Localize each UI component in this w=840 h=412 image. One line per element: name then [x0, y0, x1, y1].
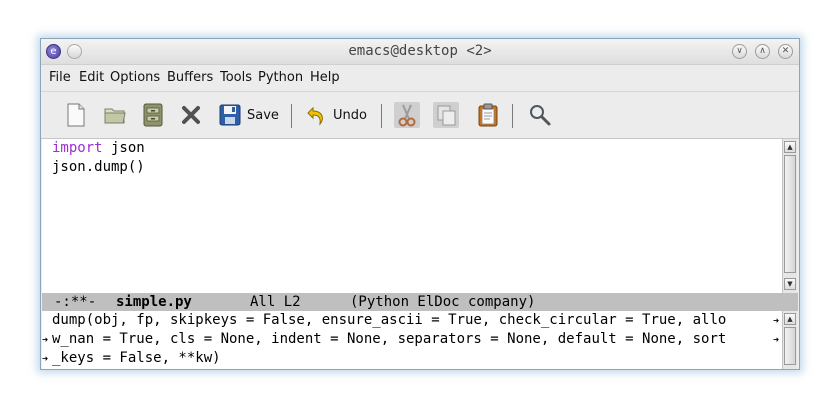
save-icon — [219, 104, 241, 126]
search-icon — [530, 105, 551, 126]
open-directory-button[interactable] — [142, 102, 164, 128]
scroll-down-arrow[interactable]: ▼ — [784, 278, 796, 290]
open-folder-icon — [104, 108, 126, 124]
wrap-indicator-icon: ➜ — [773, 316, 780, 327]
editor-buffer[interactable]: import json json.dump() — [42, 139, 782, 293]
new-file-icon — [67, 103, 85, 127]
scroll-up-arrow[interactable]: ▲ — [784, 313, 796, 325]
undo-button[interactable]: Undo — [307, 102, 367, 128]
save-button[interactable]: Save — [219, 102, 279, 128]
mode-line[interactable]: -:**- simple.py All L2 (Python ElDoc com… — [42, 293, 798, 311]
echo-area: dump(obj, fp, skipkeys = False, ensure_a… — [42, 311, 782, 369]
close-window-button[interactable]: ✕ — [778, 44, 793, 59]
modeline-modes[interactable]: (Python ElDoc company) — [350, 293, 535, 311]
menu-file[interactable]: File — [49, 70, 71, 85]
paste-icon — [478, 103, 498, 127]
menu-edit[interactable]: Edit — [79, 70, 104, 85]
editor-scrollbar[interactable]: ▲ ▼ — [782, 139, 797, 293]
window-title: emacs@desktop <2> — [348, 43, 492, 59]
copy-button[interactable] — [433, 102, 459, 128]
scroll-thumb[interactable] — [784, 327, 796, 365]
menu-help[interactable]: Help — [310, 70, 340, 85]
paste-button[interactable] — [477, 102, 499, 128]
echo-scrollbar[interactable]: ▲ — [782, 311, 797, 369]
toolbar-separator — [291, 104, 292, 128]
tool-bar: Save Undo — [41, 91, 799, 139]
code-keyword: import — [52, 140, 103, 156]
copy-disabled-box — [433, 102, 459, 128]
search-button[interactable] — [528, 102, 552, 128]
copy-icon — [437, 105, 456, 126]
code-line: json.dump() — [52, 159, 145, 175]
eldoc-line: dump(obj, fp, skipkeys = False, ensure_a… — [52, 312, 727, 328]
code-line: import json — [52, 140, 145, 156]
menu-python[interactable]: Python — [258, 70, 303, 85]
wrap-indicator-icon: ➜ — [42, 335, 49, 346]
close-buffer-button[interactable] — [180, 102, 202, 128]
maximize-button[interactable]: ∧ — [755, 44, 770, 59]
minimize-button[interactable]: ∨ — [732, 44, 747, 59]
wrap-indicator-icon: ➜ — [773, 335, 780, 346]
open-file-button[interactable] — [103, 102, 127, 128]
undo-icon — [307, 106, 323, 126]
scroll-thumb[interactable] — [784, 155, 796, 273]
modeline-status: -:**- — [54, 294, 97, 310]
undo-label: Undo — [333, 107, 367, 123]
menu-bar: File Edit Options Buffers Tools Python H… — [41, 65, 799, 89]
eldoc-line: w_nan = True, cls = None, indent = None,… — [52, 331, 727, 347]
menu-options[interactable]: Options — [110, 70, 160, 85]
toolbar-separator — [512, 104, 513, 128]
open-directory-icon — [143, 103, 163, 127]
cut-button[interactable] — [394, 102, 420, 128]
emacs-window: e emacs@desktop <2> ∨ ∧ ✕ File Edit Opti… — [40, 38, 800, 370]
code-text: json — [102, 140, 145, 156]
cut-disabled-box — [394, 102, 420, 128]
save-label: Save — [247, 107, 279, 123]
menu-buffers[interactable]: Buffers — [167, 70, 213, 85]
title-bar[interactable]: e emacs@desktop <2> ∨ ∧ ✕ — [41, 39, 799, 65]
scroll-up-arrow[interactable]: ▲ — [784, 141, 796, 153]
eldoc-line: _keys = False, **kw) — [52, 350, 221, 366]
modeline-position: All L2 — [250, 294, 301, 310]
close-buffer-icon — [182, 106, 200, 124]
modeline-buffer-name[interactable]: simple.py — [116, 293, 192, 311]
cut-icon — [398, 104, 416, 127]
code-text: json.dump() — [52, 159, 145, 175]
toolbar-separator — [381, 104, 382, 128]
new-file-button[interactable] — [65, 102, 87, 128]
menu-tools[interactable]: Tools — [220, 70, 252, 85]
wrap-indicator-icon: ➜ — [42, 354, 49, 365]
